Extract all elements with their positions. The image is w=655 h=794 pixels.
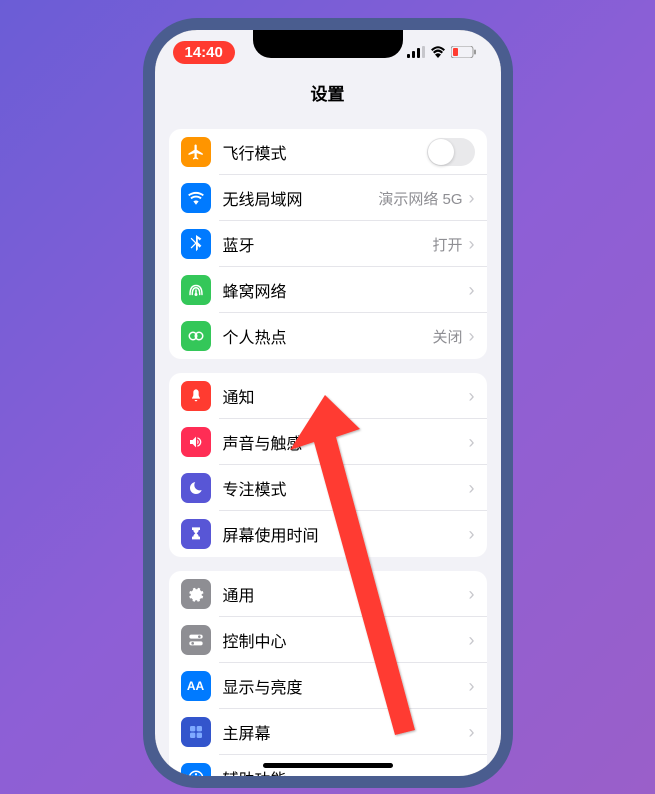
home-indicator[interactable] bbox=[263, 763, 393, 768]
wifi-icon bbox=[430, 46, 446, 58]
row-focus[interactable]: 专注模式 › bbox=[169, 465, 487, 511]
chevron-right-icon: › bbox=[469, 524, 475, 545]
general-icon bbox=[181, 579, 211, 609]
chevron-right-icon: › bbox=[469, 676, 475, 697]
row-label: 专注模式 bbox=[223, 476, 469, 500]
row-screentime[interactable]: 屏幕使用时间 › bbox=[169, 511, 487, 557]
row-label: 辅助功能 bbox=[223, 766, 469, 783]
homescreen-icon bbox=[181, 717, 211, 747]
cellular-icon bbox=[181, 275, 211, 305]
screentime-icon bbox=[181, 519, 211, 549]
row-label: 主屏幕 bbox=[223, 720, 469, 744]
accessibility-icon bbox=[181, 763, 211, 783]
row-label: 个人热点 bbox=[223, 324, 433, 348]
row-homescreen[interactable]: 主屏幕 › bbox=[169, 709, 487, 755]
row-label: 屏幕使用时间 bbox=[223, 522, 469, 546]
chevron-right-icon: › bbox=[469, 386, 475, 407]
bluetooth-icon bbox=[181, 229, 211, 259]
chevron-right-icon: › bbox=[469, 584, 475, 605]
chevron-right-icon: › bbox=[469, 432, 475, 453]
settings-group-general: 通用 › 控制中心 › AA 显示与亮度 › 主屏幕 › bbox=[169, 571, 487, 783]
row-general[interactable]: 通用 › bbox=[169, 571, 487, 617]
airplane-icon bbox=[181, 137, 211, 167]
row-wifi[interactable]: 无线局域网 演示网络 5G › bbox=[169, 175, 487, 221]
row-label: 飞行模式 bbox=[223, 140, 427, 164]
row-value: 打开 bbox=[432, 234, 462, 255]
settings-scroll[interactable]: 飞行模式 无线局域网 演示网络 5G › 蓝牙 打开 › bbox=[155, 115, 501, 783]
row-label: 声音与触感 bbox=[223, 430, 469, 454]
status-icons bbox=[407, 46, 477, 58]
cellular-signal-icon bbox=[407, 46, 425, 58]
row-bluetooth[interactable]: 蓝牙 打开 › bbox=[169, 221, 487, 267]
row-cellular[interactable]: 蜂窝网络 › bbox=[169, 267, 487, 313]
control-center-icon bbox=[181, 625, 211, 655]
row-label: 无线局域网 bbox=[223, 186, 379, 210]
chevron-right-icon: › bbox=[469, 478, 475, 499]
chevron-right-icon: › bbox=[469, 768, 475, 784]
sounds-icon bbox=[181, 427, 211, 457]
display-icon: AA bbox=[181, 671, 211, 701]
notifications-icon bbox=[181, 381, 211, 411]
row-control-center[interactable]: 控制中心 › bbox=[169, 617, 487, 663]
row-hotspot[interactable]: 个人热点 关闭 › bbox=[169, 313, 487, 359]
row-label: 通知 bbox=[223, 384, 469, 408]
status-time: 14:40 bbox=[173, 41, 235, 64]
row-label: 显示与亮度 bbox=[223, 674, 469, 698]
notch bbox=[253, 30, 403, 58]
row-value: 关闭 bbox=[432, 326, 462, 347]
phone-frame: 14:40 设置 飞行模式 无线局域网 演示网络 5G › bbox=[143, 18, 513, 788]
row-sounds[interactable]: 声音与触感 › bbox=[169, 419, 487, 465]
settings-group-connectivity: 飞行模式 无线局域网 演示网络 5G › 蓝牙 打开 › bbox=[169, 129, 487, 359]
row-airplane-mode[interactable]: 飞行模式 bbox=[169, 129, 487, 175]
row-label: 蜂窝网络 bbox=[223, 278, 469, 302]
row-display[interactable]: AA 显示与亮度 › bbox=[169, 663, 487, 709]
chevron-right-icon: › bbox=[469, 234, 475, 255]
wifi-settings-icon bbox=[181, 183, 211, 213]
chevron-right-icon: › bbox=[469, 630, 475, 651]
page-title: 设置 bbox=[155, 74, 501, 115]
row-value: 演示网络 5G bbox=[378, 188, 462, 209]
chevron-right-icon: › bbox=[469, 188, 475, 209]
row-notifications[interactable]: 通知 › bbox=[169, 373, 487, 419]
row-label: 蓝牙 bbox=[223, 232, 433, 256]
chevron-right-icon: › bbox=[469, 326, 475, 347]
row-label: 控制中心 bbox=[223, 628, 469, 652]
chevron-right-icon: › bbox=[469, 280, 475, 301]
focus-icon bbox=[181, 473, 211, 503]
row-accessibility[interactable]: 辅助功能 › bbox=[169, 755, 487, 783]
row-label: 通用 bbox=[223, 582, 469, 606]
battery-icon bbox=[451, 46, 477, 58]
airplane-toggle[interactable] bbox=[427, 138, 475, 166]
hotspot-icon bbox=[181, 321, 211, 351]
chevron-right-icon: › bbox=[469, 722, 475, 743]
settings-group-attention: 通知 › 声音与触感 › 专注模式 › 屏幕使 bbox=[169, 373, 487, 557]
